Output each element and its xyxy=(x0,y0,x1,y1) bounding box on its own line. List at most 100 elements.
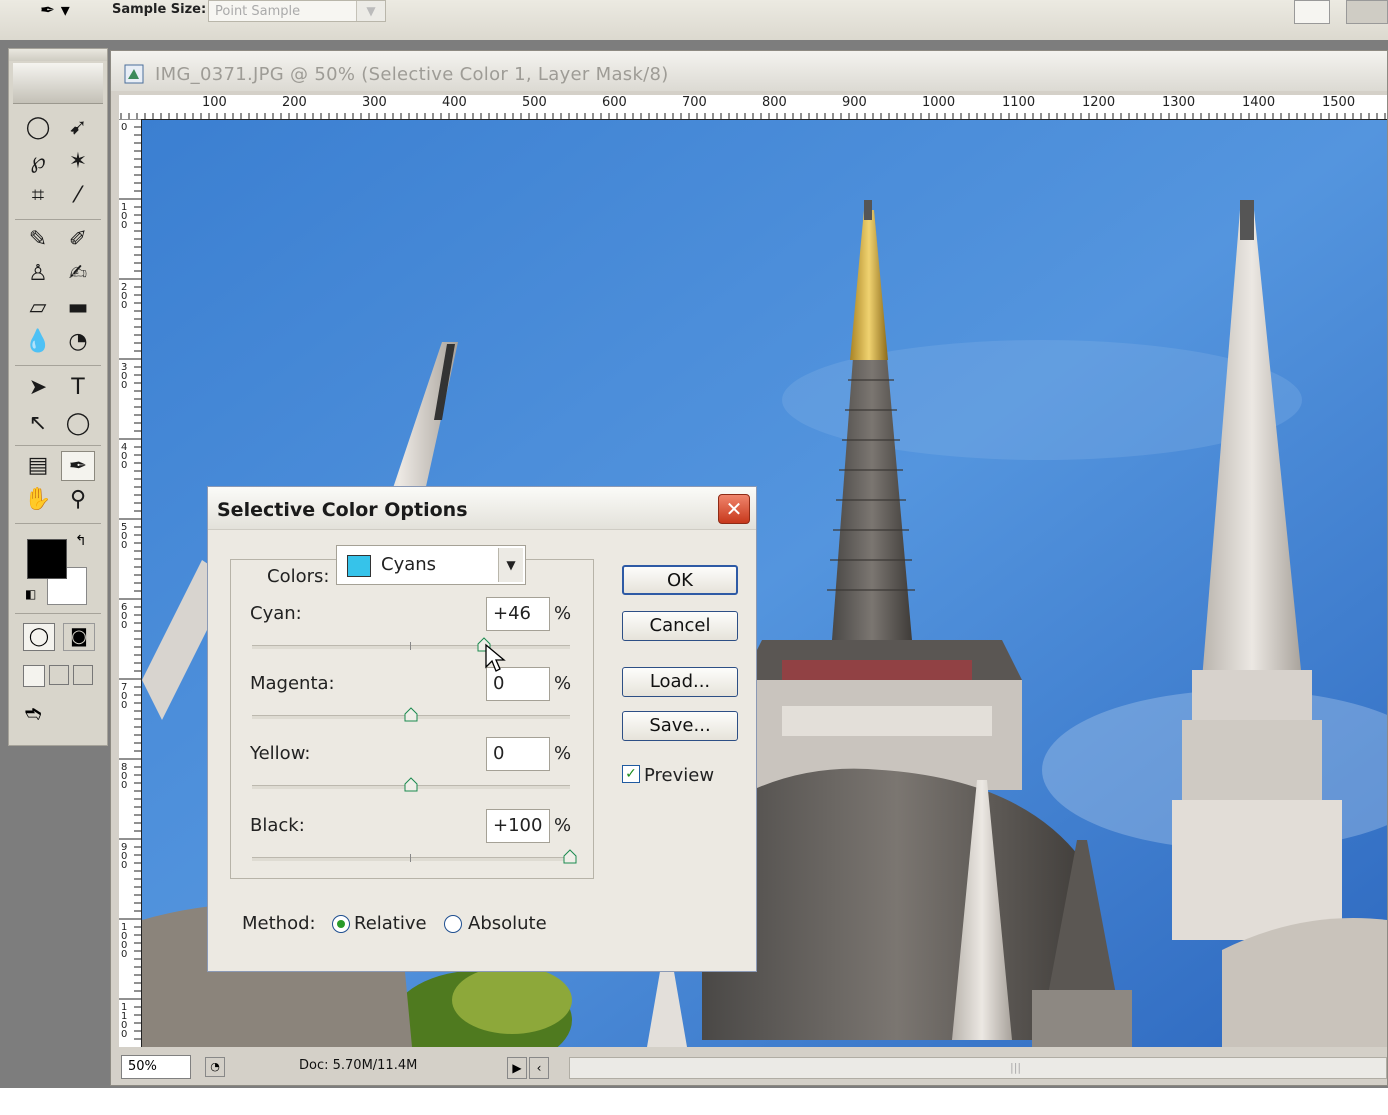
magenta-slider-thumb[interactable] xyxy=(404,707,418,722)
cancel-button[interactable]: Cancel xyxy=(622,611,738,641)
notes-tool-icon[interactable]: ▤ xyxy=(21,451,55,481)
default-colors-icon[interactable]: ◧ xyxy=(25,587,36,601)
vertical-ruler-ticks xyxy=(119,119,141,1040)
screen-mode-standard-icon[interactable] xyxy=(23,665,45,687)
ruler-label: 1100 xyxy=(121,1002,128,1040)
method-label: Method: xyxy=(242,913,316,934)
zoom-tool-icon[interactable]: ⚲ xyxy=(61,485,95,515)
screen-mode-full-icon[interactable] xyxy=(73,665,93,685)
vertical-ruler[interactable]: 0 100 200 300 400 500 600 700 800 900 1000 1100 xyxy=(119,119,142,1047)
gradient-tool-icon[interactable]: ▬ xyxy=(61,293,95,323)
close-icon: ✕ xyxy=(725,497,743,521)
cyan-slider-track[interactable] xyxy=(252,637,570,652)
toolbox: ◯ ➹ ℘ ✶ ⌗ ⁄ ✎ ✐ ♙ ✍ ▱ ▬ 💧 ◔ ➤ T ↖ ◯ ▤ ✒ … xyxy=(8,48,108,746)
horizontal-scrollbar[interactable]: ||| xyxy=(569,1057,1387,1079)
horizontal-ruler[interactable]: 100 200 300 400 500 600 700 800 900 1000 1100 1200 1… xyxy=(119,95,1387,120)
crop-tool-icon[interactable]: ⌗ xyxy=(21,181,55,211)
swap-colors-icon[interactable]: ↰ xyxy=(75,533,87,549)
screen-mode-menubar-icon[interactable] xyxy=(49,665,69,685)
file-browser-icon[interactable] xyxy=(1294,0,1330,24)
black-value-field[interactable]: +100 xyxy=(486,809,550,843)
colors-label: Colors: xyxy=(265,566,332,587)
chevron-down-icon[interactable]: ▼ xyxy=(356,1,385,21)
ruler-label: 1100 xyxy=(1002,95,1036,110)
lasso-tool-icon[interactable]: ℘ xyxy=(21,147,55,177)
yellow-slider-track[interactable] xyxy=(252,777,570,792)
marquee-tool-icon[interactable]: ◯ xyxy=(21,113,55,143)
selective-color-dialog: Selective Color Options ✕ Colors: Cyans … xyxy=(207,486,757,972)
load-button[interactable]: Load... xyxy=(622,667,738,697)
history-brush-icon[interactable]: ✍ xyxy=(61,259,95,289)
black-label: Black: xyxy=(250,815,305,836)
type-tool-icon[interactable]: T xyxy=(61,373,95,403)
black-slider-track[interactable] xyxy=(252,849,577,864)
clone-stamp-icon[interactable]: ♙ xyxy=(21,259,55,289)
brush-tool-icon[interactable]: ✐ xyxy=(61,225,95,255)
workspace-edge xyxy=(0,1088,1388,1115)
ruler-label: 100 xyxy=(202,95,227,110)
dodge-tool-icon[interactable]: ◔ xyxy=(61,327,95,357)
path-selection-icon[interactable]: ➤ xyxy=(21,373,55,403)
absolute-radio[interactable] xyxy=(444,915,462,933)
healing-brush-icon[interactable]: ✎ xyxy=(21,225,55,255)
ruler-label: 800 xyxy=(762,95,787,110)
sample-size-select[interactable]: Point Sample ▼ xyxy=(208,0,386,22)
cyan-value-field[interactable]: +46 xyxy=(486,597,550,631)
options-bar: ✒ ▾ Sample Size: Point Sample ▼ xyxy=(0,0,1388,41)
move-tool-icon[interactable]: ➹ xyxy=(61,113,95,143)
ruler-label: 400 xyxy=(442,95,467,110)
ruler-label: 800 xyxy=(121,762,128,791)
checkmark-icon: ✓ xyxy=(625,766,637,782)
foreground-color-swatch[interactable] xyxy=(27,539,67,579)
toolbox-titlebar[interactable] xyxy=(9,49,107,61)
slice-tool-icon[interactable]: ⁄ xyxy=(61,181,95,211)
radio-selected-dot xyxy=(337,920,345,928)
cyan-percent-sign: % xyxy=(554,603,572,624)
ruler-label: 600 xyxy=(121,602,128,631)
zoom-level-field[interactable]: 50% xyxy=(121,1055,191,1079)
ruler-label: 200 xyxy=(282,95,307,110)
relative-radio[interactable] xyxy=(332,915,350,933)
ok-button[interactable]: OK xyxy=(622,565,738,595)
close-button[interactable]: ✕ xyxy=(718,494,750,524)
palette-well[interactable] xyxy=(1346,0,1388,24)
absolute-label: Absolute xyxy=(468,913,547,934)
yellow-percent-sign: % xyxy=(554,743,572,764)
standard-mode-icon[interactable]: ◯ xyxy=(23,623,55,651)
eyedropper-tool-icon[interactable]: ✒ xyxy=(61,451,95,481)
eraser-tool-icon[interactable]: ▱ xyxy=(21,293,55,323)
black-percent-sign: % xyxy=(554,815,572,836)
ellipse-tool-icon[interactable]: ◯ xyxy=(61,409,95,439)
chevron-down-icon[interactable]: ▼ xyxy=(498,548,523,582)
ruler-label: 500 xyxy=(121,522,128,551)
hand-tool-icon[interactable]: ✋ xyxy=(21,485,55,515)
blur-tool-icon[interactable]: 💧 xyxy=(21,327,55,357)
black-slider-thumb[interactable] xyxy=(563,849,577,864)
feather-logo-icon[interactable] xyxy=(13,63,103,104)
colors-select[interactable]: Cyans ▼ xyxy=(336,545,526,585)
status-info-icon[interactable]: ◔ xyxy=(205,1057,225,1077)
status-menu-arrow-icon[interactable]: ▶ xyxy=(507,1057,527,1079)
colors-select-value: Cyans xyxy=(381,554,437,575)
sample-size-label: Sample Size: xyxy=(112,2,207,17)
scroll-left-icon[interactable]: ‹ xyxy=(529,1057,549,1079)
magenta-slider-track[interactable] xyxy=(252,707,570,722)
eyedropper-icon[interactable]: ✒ ▾ xyxy=(40,0,70,21)
yellow-slider-thumb[interactable] xyxy=(404,777,418,792)
pen-tool-icon[interactable]: ↖ xyxy=(21,409,55,439)
preview-label: Preview xyxy=(644,765,715,786)
ruler-label: 1400 xyxy=(1242,95,1276,110)
photoshop-document-icon xyxy=(124,64,144,84)
jump-to-imageready-icon[interactable]: ➬ xyxy=(25,701,42,725)
document-titlebar[interactable]: IMG_0371.JPG @ 50% (Selective Color 1, L… xyxy=(111,51,1387,91)
yellow-value-field[interactable]: 0 xyxy=(486,737,550,771)
quick-mask-icon[interactable]: ◙ xyxy=(63,623,95,651)
ruler-label: 1500 xyxy=(1322,95,1356,110)
scrollbar-grip-icon[interactable]: ||| xyxy=(1010,1061,1021,1074)
ruler-label: 0 xyxy=(121,122,128,133)
preview-checkbox[interactable]: ✓ xyxy=(622,765,640,783)
dialog-titlebar[interactable]: Selective Color Options ✕ xyxy=(208,487,756,530)
magic-wand-icon[interactable]: ✶ xyxy=(61,147,95,177)
save-button[interactable]: Save... xyxy=(622,711,738,741)
status-bar: 50% ◔ Doc: 5.70M/11.4M ▶ ‹ ||| xyxy=(119,1053,1387,1081)
